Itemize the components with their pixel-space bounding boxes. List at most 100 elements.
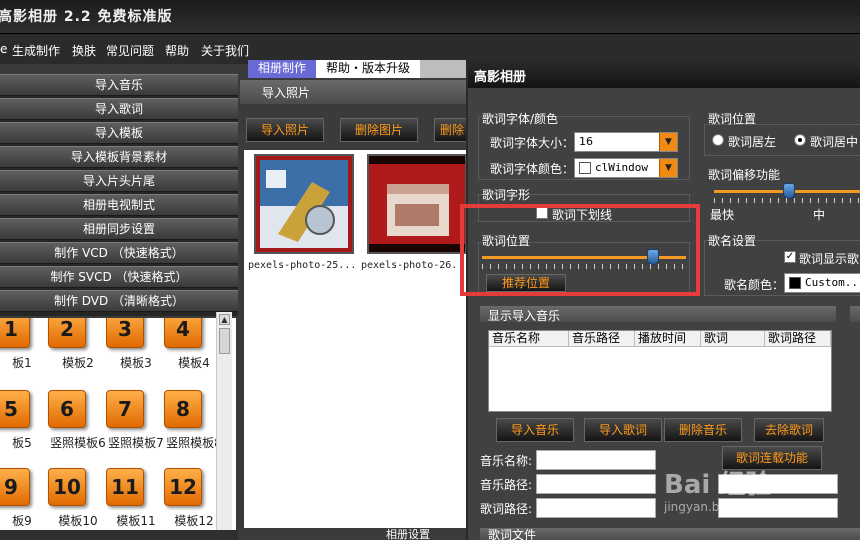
music-section-title: 显示导入音乐 bbox=[488, 309, 561, 323]
offset-group-label: 歌词偏移功能 bbox=[708, 168, 781, 182]
dialog-title-bar: 高影相册 bbox=[468, 60, 860, 88]
font-color-value: clWindow bbox=[595, 161, 648, 174]
left-menu-button[interactable]: 制作 DVD （清晰格式） bbox=[0, 290, 238, 312]
left-menu-button[interactable]: 相册同步设置 bbox=[0, 218, 238, 240]
photo-caption-2: pexels-photo-26. bbox=[361, 260, 458, 271]
photo-thumbnail-1-image bbox=[256, 156, 352, 252]
lyrics-path-field[interactable] bbox=[536, 498, 656, 518]
template-number-icon[interactable]: 1 bbox=[0, 318, 30, 348]
left-menu-button[interactable]: 导入音乐 bbox=[0, 74, 238, 96]
left-menu-button[interactable]: 相册电视制式 bbox=[0, 194, 238, 216]
music-section-header: 显示导入音乐 bbox=[480, 306, 836, 323]
show-lyrics-checkbox[interactable]: ✓ bbox=[784, 251, 796, 263]
template-number-icon[interactable]: 3 bbox=[106, 318, 144, 348]
music-name-field[interactable] bbox=[536, 450, 656, 470]
template-number-icon[interactable]: 7 bbox=[106, 390, 144, 428]
left-menu-button[interactable]: 制作 VCD （快速格式） bbox=[0, 242, 238, 264]
template-scrollbar[interactable]: ▲ bbox=[216, 312, 232, 534]
photo-caption-1: pexels-photo-25... bbox=[248, 260, 357, 271]
template-grid: 1 板1 2 模板2 3 模板3 4 模板4 5 板5 6 竖照模板6 7 竖照模板7 8 竖照模板8 9 板9 1… bbox=[0, 318, 236, 530]
menu-item-generate[interactable]: 生成制作 bbox=[12, 42, 60, 59]
font-size-value: 16 bbox=[579, 135, 593, 148]
offset-slider-ticks bbox=[714, 198, 860, 203]
align-left-label: 歌词居左 bbox=[728, 135, 777, 149]
center-bottom-bar: 相册设置 bbox=[240, 528, 472, 540]
album-settings-label: 相册设置 bbox=[386, 528, 430, 540]
dialog-title: 高影相册 bbox=[474, 70, 527, 85]
song-color-label: 歌名颜色： bbox=[724, 278, 785, 292]
watermark: Bai 经验 jingyan.baidu.com bbox=[664, 444, 860, 540]
column-lyrics[interactable]: 歌词 bbox=[701, 331, 765, 347]
column-lyrics-path[interactable]: 歌词路径 bbox=[765, 331, 831, 347]
chevron-down-icon[interactable]: ▼ bbox=[659, 159, 677, 177]
tab-album-make[interactable]: 相册制作 bbox=[248, 60, 316, 78]
align-left-radio[interactable] bbox=[712, 134, 724, 146]
template-number-icon[interactable]: 8 bbox=[164, 390, 202, 428]
delete-photo-button[interactable]: 删除图片 bbox=[340, 118, 418, 142]
column-play-time[interactable]: 播放时间 bbox=[635, 331, 701, 347]
offset-mid-label: 中 bbox=[813, 208, 826, 222]
lyrics-file-label: 歌词文件 bbox=[488, 528, 537, 540]
left-menu-button[interactable]: 导入片头片尾 bbox=[0, 170, 238, 192]
align-center-radio[interactable] bbox=[794, 134, 806, 146]
photo-thumbnail-1[interactable] bbox=[254, 154, 354, 254]
column-music-name[interactable]: 音乐名称 bbox=[489, 331, 569, 347]
left-menu-button[interactable]: 导入模板背景素材 bbox=[0, 146, 238, 168]
import-music-button[interactable]: 导入音乐 bbox=[496, 418, 574, 442]
tab-help-upgrade[interactable]: 帮助・版本升级 bbox=[316, 60, 420, 78]
delete-music-button[interactable]: 删除音乐 bbox=[664, 418, 742, 442]
template-number-icon[interactable]: 6 bbox=[48, 390, 86, 428]
template-number-icon[interactable]: 11 bbox=[106, 468, 144, 506]
menu-item-faq[interactable]: 常见问题 bbox=[106, 42, 154, 59]
template-number-icon[interactable]: 2 bbox=[48, 318, 86, 348]
left-menu: 导入音乐 导入歌词 导入模板 导入模板背景素材 导入片头片尾 相册电视制式 相册同步设置 制作… bbox=[0, 74, 238, 316]
import-photo-header: 导入照片 bbox=[262, 86, 311, 100]
shape-group-label: 歌词字形 bbox=[482, 188, 531, 202]
left-menu-button[interactable]: 制作 SVCD （快速格式） bbox=[0, 266, 238, 288]
font-color-label: 歌词字体颜色： bbox=[490, 162, 575, 176]
side-section-header bbox=[850, 306, 860, 322]
lyrics-path-label: 歌词路径: bbox=[480, 502, 533, 516]
delete-button[interactable]: 删除 bbox=[434, 118, 470, 142]
color-swatch bbox=[579, 162, 591, 174]
music-table[interactable]: 音乐名称 音乐路径 播放时间 歌词 歌词路径 bbox=[488, 330, 832, 412]
title-bar: 高影相册 2.2 免费标准版 bbox=[0, 0, 860, 34]
offset-slider-thumb[interactable] bbox=[783, 183, 795, 199]
remove-lyrics-button[interactable]: 去除歌词 bbox=[754, 418, 824, 442]
right-position-label: 歌词位置 bbox=[708, 112, 757, 126]
menu-item-prev[interactable]: e bbox=[0, 42, 7, 56]
chevron-down-icon[interactable]: ▼ bbox=[659, 133, 677, 151]
offset-min-label: 最快 bbox=[710, 208, 735, 222]
template-number-icon[interactable]: 4 bbox=[164, 318, 202, 348]
font-size-select[interactable]: 16 ▼ bbox=[574, 132, 678, 152]
color-swatch bbox=[789, 277, 801, 289]
music-path-label: 音乐路径: bbox=[480, 478, 533, 492]
menu-item-about[interactable]: 关于我们 bbox=[201, 42, 249, 59]
scroll-thumb[interactable] bbox=[219, 328, 230, 354]
align-center-label: 歌词居中 bbox=[810, 135, 859, 149]
watermark-logo: Bai 经验 bbox=[664, 470, 772, 500]
music-path-field[interactable] bbox=[536, 474, 656, 494]
column-music-path[interactable]: 音乐路径 bbox=[569, 331, 635, 347]
import-photo-button[interactable]: 导入照片 bbox=[246, 118, 324, 142]
left-menu-button[interactable]: 导入模板 bbox=[0, 122, 238, 144]
import-lyrics-button[interactable]: 导入歌词 bbox=[584, 418, 662, 442]
song-color-value: Custom... bbox=[805, 276, 860, 289]
menu-item-help[interactable]: 帮助 bbox=[165, 42, 189, 59]
template-number-icon[interactable]: 10 bbox=[48, 468, 86, 506]
center-header: 导入照片 bbox=[240, 80, 472, 104]
scroll-up-icon[interactable]: ▲ bbox=[219, 314, 230, 325]
font-color-select[interactable]: clWindow ▼ bbox=[574, 158, 678, 178]
song-color-select[interactable]: Custom... bbox=[784, 273, 860, 293]
watermark-url: jingyan.baidu.com bbox=[664, 500, 775, 514]
font-color-group-label: 歌词字体/颜色 bbox=[482, 112, 559, 126]
app-title: 高影相册 2.2 免费标准版 bbox=[0, 9, 173, 25]
song-group-label: 歌名设置 bbox=[708, 234, 757, 248]
template-number-icon[interactable]: 9 bbox=[0, 468, 30, 506]
template-number-icon[interactable]: 12 bbox=[164, 468, 202, 506]
menu-item-skin[interactable]: 换肤 bbox=[72, 42, 96, 59]
template-number-icon[interactable]: 5 bbox=[0, 390, 30, 428]
left-menu-button[interactable]: 导入歌词 bbox=[0, 98, 238, 120]
photo-panel: pexels-photo-25... pexels-photo-26. bbox=[244, 150, 472, 530]
photo-thumbnail-2[interactable] bbox=[367, 154, 467, 254]
